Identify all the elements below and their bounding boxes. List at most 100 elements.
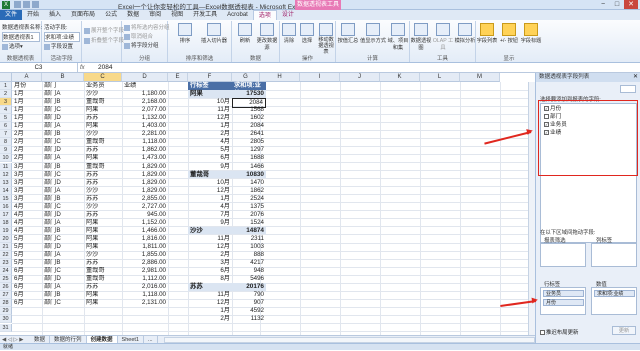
pivot-item-value[interactable]: 1862 <box>232 187 266 195</box>
pivot-item-label[interactable]: 11月 <box>188 291 230 299</box>
source-cell[interactable]: 1,132.00 <box>124 114 166 122</box>
source-cell[interactable]: 1,152.00 <box>124 219 166 227</box>
source-cell[interactable]: 5月 <box>14 251 24 259</box>
pivot-item-label[interactable]: 6月 <box>188 267 230 275</box>
pivot-item-label[interactable]: 1月 <box>188 307 230 315</box>
source-cell[interactable]: 部门C <box>44 203 61 211</box>
source-cell[interactable]: 1,816.00 <box>124 235 166 243</box>
source-cell[interactable]: 部门A <box>44 90 61 98</box>
zone-rows[interactable]: 业务员 月份 <box>540 287 586 315</box>
row-header[interactable]: 27 <box>0 291 12 300</box>
source-cell[interactable]: 部门A <box>44 154 61 162</box>
source-cell[interactable]: 4月 <box>14 211 24 219</box>
source-cell[interactable]: 2,168.00 <box>124 98 166 106</box>
source-cell[interactable]: 沙沙 <box>86 203 98 211</box>
group-selection-button[interactable]: 将所选内容分组 <box>124 23 170 31</box>
tab-view[interactable]: 视图 <box>166 10 188 20</box>
sort-button[interactable]: 排序 <box>174 23 196 44</box>
source-cell[interactable]: 5月 <box>14 243 24 251</box>
row-header[interactable]: 1 <box>0 82 12 91</box>
pivot-group-label[interactable]: 董哉哥 <box>188 170 232 179</box>
pivot-item-label[interactable]: 10月 <box>188 179 230 187</box>
source-cell[interactable]: 苏苏 <box>86 211 98 219</box>
source-cell[interactable]: 6月 <box>14 291 24 299</box>
row-header[interactable]: 26 <box>0 283 12 292</box>
maximize-button[interactable]: □ <box>610 0 624 9</box>
source-cell[interactable]: 部门A <box>44 283 61 291</box>
pivot-item-value[interactable]: 5496 <box>232 275 266 283</box>
source-cell[interactable]: 苏苏 <box>86 259 98 267</box>
source-cell[interactable]: 部门D <box>44 146 61 154</box>
source-cell[interactable]: 5月 <box>14 235 24 243</box>
insert-slicer-button[interactable]: 插入切片器 <box>200 23 228 44</box>
source-cell[interactable]: 部门D <box>44 114 61 122</box>
column-header-b[interactable]: B <box>42 73 84 82</box>
column-header-l[interactable]: L <box>420 73 460 82</box>
pivot-group-total[interactable]: 20176 <box>232 283 266 291</box>
tab-review[interactable]: 审阅 <box>144 10 166 20</box>
olap-tools-button[interactable]: OLAP 工具 <box>432 23 454 51</box>
pivot-item-value[interactable]: 1132 <box>232 315 266 323</box>
source-cell[interactable]: 2,077.00 <box>124 106 166 114</box>
source-cell[interactable]: 1,811.00 <box>124 243 166 251</box>
pivot-item-value[interactable]: 1466 <box>232 163 266 171</box>
pivot-item-label[interactable]: 1月 <box>188 195 230 203</box>
formula-input[interactable]: 2084 <box>98 63 112 73</box>
row-header[interactable]: 29 <box>0 307 12 316</box>
source-cell[interactable]: 沙沙 <box>86 251 98 259</box>
source-cell[interactable]: 1月 <box>14 98 24 106</box>
tab-home[interactable]: 开始 <box>22 10 44 20</box>
pivot-item-label[interactable]: 1月 <box>188 122 230 130</box>
row-header[interactable]: 17 <box>0 210 12 219</box>
pivot-item-label[interactable]: 4月 <box>188 203 230 211</box>
pivot-item-label[interactable]: 9月 <box>188 219 230 227</box>
tab-insert[interactable]: 插入 <box>44 10 66 20</box>
source-cell[interactable]: 部门B <box>44 130 61 138</box>
source-cell[interactable]: 部门A <box>44 187 61 195</box>
source-cell[interactable]: 3月 <box>14 163 24 171</box>
source-cell[interactable]: 2月 <box>14 130 24 138</box>
pivot-header-values[interactable]: 求和项:业绩 <box>232 82 266 97</box>
pivot-item-value[interactable]: 1688 <box>232 154 266 162</box>
source-cell[interactable]: 部门C <box>44 235 61 243</box>
tab-design[interactable]: 设计 <box>277 10 299 20</box>
column-header-j[interactable]: J <box>340 73 380 82</box>
sheet-nav-arrows[interactable]: ◀ ◁ ▷ ▶ <box>0 337 30 343</box>
change-source-button[interactable]: 更改数据源 <box>256 23 278 51</box>
row-header[interactable]: 3 <box>0 98 12 107</box>
field-headers-button[interactable]: 字段标题 <box>520 23 542 44</box>
collapse-field-button[interactable]: 折叠整个字段 <box>84 36 124 44</box>
source-cell[interactable]: 董哉哥 <box>86 267 105 275</box>
source-cell[interactable]: 苏苏 <box>86 146 98 154</box>
source-cell[interactable]: 4月 <box>14 203 24 211</box>
row-chip-salesperson[interactable]: 业务员 <box>543 290 584 297</box>
pivot-header-row-labels[interactable]: 行标签 <box>188 82 232 90</box>
source-cell[interactable]: 3月 <box>14 195 24 203</box>
source-cell[interactable]: 阿果 <box>86 227 98 235</box>
row-header[interactable]: 13 <box>0 178 12 187</box>
row-header[interactable]: 30 <box>0 315 12 324</box>
pivot-item-value[interactable]: 4217 <box>232 259 266 267</box>
source-header-cell[interactable]: 业务员 <box>86 82 105 90</box>
zone-filter[interactable] <box>540 243 586 267</box>
source-cell[interactable]: 2月 <box>14 146 24 154</box>
minimize-button[interactable]: − <box>596 0 610 9</box>
row-header[interactable]: 20 <box>0 234 12 243</box>
worksheet-grid[interactable]: A B C D E F G H I J K L M 1 2 3 4 5 6 7 8 9 10 11 12 13 14 15 16 17 18… <box>0 73 535 335</box>
row-header[interactable]: 7 <box>0 130 12 139</box>
source-cell[interactable]: 董哉哥 <box>86 138 105 146</box>
source-cell[interactable]: 6月 <box>14 299 24 307</box>
source-cell[interactable]: 945.00 <box>124 211 166 219</box>
row-header[interactable]: 10 <box>0 154 12 163</box>
source-cell[interactable]: 1,829.00 <box>124 179 166 187</box>
pivot-item-label[interactable]: 11月 <box>188 235 230 243</box>
tab-acrobat[interactable]: Acrobat <box>222 10 253 20</box>
panel-close-icon[interactable]: ✕ <box>633 73 638 82</box>
source-cell[interactable]: 苏苏 <box>86 171 98 179</box>
pivot-item-value[interactable]: 1602 <box>232 114 266 122</box>
pivot-item-label[interactable]: 9月 <box>188 163 230 171</box>
plus-minus-button[interactable]: +/- 按钮 <box>498 23 520 44</box>
tab-developer[interactable]: 开发工具 <box>188 10 222 20</box>
row-header[interactable]: 14 <box>0 186 12 195</box>
row-header[interactable]: 31 <box>0 323 12 332</box>
